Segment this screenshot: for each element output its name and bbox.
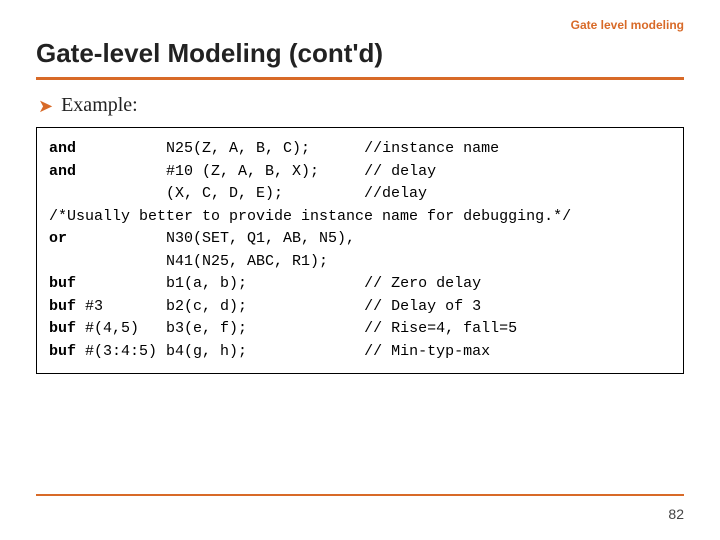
code-line-5: or N30(SET, Q1, AB, N5), (49, 230, 355, 247)
code-line-4: /*Usually better to provide instance nam… (49, 208, 571, 225)
keyword-or: or (49, 230, 67, 247)
header-topic-label: Gate level modeling (571, 18, 684, 32)
keyword-buf: buf (49, 320, 76, 337)
keyword-and: and (49, 163, 76, 180)
keyword-buf: buf (49, 275, 76, 292)
code-line-2: and #10 (Z, A, B, X); // delay (49, 163, 436, 180)
bullet-item: ➤ Example: (36, 94, 684, 117)
code-line-7: buf b1(a, b); // Zero delay (49, 275, 481, 292)
bullet-text: Example: (61, 94, 138, 117)
slide: Gate level modeling Gate-level Modeling … (0, 0, 720, 540)
slide-title: Gate-level Modeling (cont'd) (36, 38, 684, 69)
keyword-buf: buf (49, 298, 76, 315)
code-line-3: (X, C, D, E); //delay (49, 185, 427, 202)
keyword-buf: buf (49, 343, 76, 360)
code-line-9: buf #(4,5) b3(e, f); // Rise=4, fall=5 (49, 320, 517, 337)
code-line-1: and N25(Z, A, B, C); //instance name (49, 140, 499, 157)
bullet-arrow-icon: ➤ (38, 97, 53, 115)
code-line-6: N41(N25, ABC, R1); (49, 253, 328, 270)
keyword-and: and (49, 140, 76, 157)
title-underline (36, 77, 684, 80)
code-example-box: and N25(Z, A, B, C); //instance name and… (36, 127, 684, 374)
code-line-10: buf #(3:4:5) b4(g, h); // Min-typ-max (49, 343, 490, 360)
footer-rule (36, 494, 684, 496)
code-line-8: buf #3 b2(c, d); // Delay of 3 (49, 298, 481, 315)
page-number: 82 (668, 506, 684, 522)
